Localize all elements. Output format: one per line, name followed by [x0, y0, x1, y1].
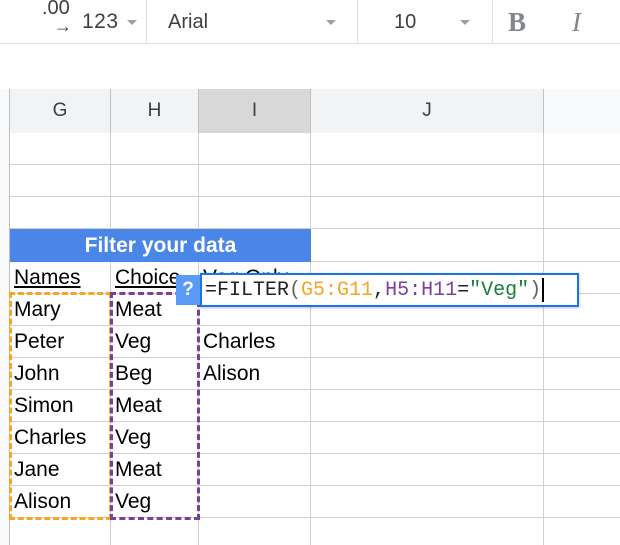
column-header-g[interactable]: G — [10, 89, 111, 133]
formula-criterion: "Veg" — [469, 278, 530, 302]
font-size-dropdown-caret[interactable] — [452, 0, 470, 44]
cell-i1[interactable] — [199, 133, 311, 165]
toolbar-divider — [146, 0, 147, 44]
cell-i10[interactable] — [199, 454, 311, 486]
cell-h1[interactable] — [111, 133, 199, 165]
bold-button[interactable]: B — [508, 0, 526, 44]
cell-header-names[interactable]: Names — [10, 262, 111, 294]
formula-comma: , — [373, 278, 386, 302]
font-name-dropdown-caret[interactable] — [318, 0, 336, 44]
cell-i7[interactable]: Alison — [199, 358, 311, 390]
cell-j13[interactable] — [311, 518, 544, 545]
text-cursor — [542, 278, 545, 302]
cell-h2[interactable] — [111, 165, 199, 197]
cell-j2[interactable] — [311, 165, 544, 197]
formula-close-paren: ) — [529, 278, 542, 302]
cell-k8[interactable] — [544, 358, 620, 390]
cell-j8[interactable] — [311, 358, 544, 390]
spreadsheet-area: G H I J Filter your data Names Choice Ma… — [0, 44, 620, 545]
column-header-row: G H I J — [0, 89, 620, 133]
cell-j11[interactable] — [311, 454, 544, 486]
cell-j1[interactable] — [311, 133, 544, 165]
cell-g6[interactable]: Peter — [10, 326, 111, 358]
italic-icon: I — [572, 6, 581, 37]
cell-j10[interactable] — [311, 422, 544, 454]
cell-h11[interactable]: Veg — [111, 486, 199, 518]
cell-i11[interactable] — [199, 486, 311, 518]
italic-button[interactable]: I — [572, 0, 581, 44]
column-header-j[interactable]: J — [311, 89, 544, 133]
cell-g7[interactable]: John — [10, 358, 111, 390]
cell-h3[interactable] — [111, 197, 199, 229]
banner-merged-cell[interactable]: Filter your data — [10, 229, 311, 262]
cell-i12[interactable] — [199, 518, 311, 545]
cell-i8[interactable] — [199, 390, 311, 422]
cell-g9[interactable]: Charles — [10, 422, 111, 454]
row-header-strip — [0, 133, 10, 545]
cell-i6[interactable]: Charles — [199, 326, 311, 358]
chevron-down-icon[interactable] — [126, 19, 137, 25]
column-header-h[interactable]: H — [111, 89, 199, 133]
cell-k4[interactable] — [544, 229, 620, 262]
cell-h12[interactable] — [111, 518, 199, 545]
formula-edit-box[interactable]: =FILTER(G5:G11, H5:H11 = "Veg") — [200, 273, 579, 307]
cell-j9[interactable] — [311, 390, 544, 422]
cell-k11[interactable] — [544, 454, 620, 486]
formula-operator: = — [457, 278, 470, 302]
cell-h9[interactable]: Veg — [111, 422, 199, 454]
cell-j3[interactable] — [311, 197, 544, 229]
chevron-down-icon[interactable] — [326, 19, 336, 25]
formula-open-paren: ( — [289, 278, 302, 302]
cell-g5[interactable]: Mary — [10, 294, 111, 326]
column-header-i[interactable]: I — [199, 89, 311, 133]
cell-g2[interactable] — [10, 165, 111, 197]
number-format-label: 123 — [82, 10, 119, 33]
font-size-dropdown[interactable]: 10 — [394, 0, 416, 44]
decimal-icon-arrow: → — [54, 16, 72, 36]
formula-help-badge[interactable]: ? — [176, 275, 200, 305]
cell-k1[interactable] — [544, 133, 620, 165]
cell-h10[interactable]: Meat — [111, 454, 199, 486]
toolbar-divider — [492, 0, 493, 44]
cell-j7[interactable] — [311, 326, 544, 358]
select-all-corner[interactable] — [0, 89, 10, 133]
cell-g8[interactable]: Simon — [10, 390, 111, 422]
cell-i2[interactable] — [199, 165, 311, 197]
number-format-dropdown[interactable]: 123 — [82, 0, 137, 44]
cell-g3[interactable] — [10, 197, 111, 229]
formula-prefix: =FILTER — [205, 278, 290, 302]
cell-k3[interactable] — [544, 197, 620, 229]
cell-g11[interactable]: Alison — [10, 486, 111, 518]
cell-j4[interactable] — [311, 229, 544, 262]
cell-g10[interactable]: Jane — [10, 454, 111, 486]
cell-g12[interactable] — [10, 518, 111, 545]
cell-k9[interactable] — [544, 390, 620, 422]
column-header-k[interactable] — [544, 89, 620, 133]
cell-g1[interactable] — [10, 133, 111, 165]
cell-grid: Filter your data Names Choice Veg Only M… — [0, 133, 620, 545]
font-size-label: 10 — [394, 10, 417, 33]
font-name-label: Arial — [168, 10, 209, 33]
cell-k12[interactable] — [544, 486, 620, 518]
cell-i3[interactable] — [199, 197, 311, 229]
cell-k2[interactable] — [544, 165, 620, 197]
cell-j12[interactable] — [311, 486, 544, 518]
formula-range-2: H5:H11 — [385, 278, 458, 302]
decrease-decimal-button[interactable]: .00 → — [42, 0, 82, 44]
cell-h7[interactable]: Beg — [111, 358, 199, 390]
cell-k13[interactable] — [544, 518, 620, 545]
toolbar-divider — [357, 0, 358, 44]
formatting-toolbar: .00 → 123 Arial 10 B I — [0, 0, 620, 44]
chevron-down-icon[interactable] — [460, 19, 470, 25]
cell-h6[interactable]: Veg — [111, 326, 199, 358]
cell-k7[interactable] — [544, 326, 620, 358]
bold-icon: B — [508, 6, 527, 37]
font-name-dropdown[interactable]: Arial — [168, 0, 208, 44]
formula-range-1: G5:G11 — [301, 278, 374, 302]
google-sheets-window: .00 → 123 Arial 10 B I G H I J Filter yo… — [0, 0, 620, 545]
decrease-decimal-icon: .00 → — [42, 0, 82, 39]
cell-k10[interactable] — [544, 422, 620, 454]
cell-i9[interactable] — [199, 422, 311, 454]
cell-h8[interactable]: Meat — [111, 390, 199, 422]
